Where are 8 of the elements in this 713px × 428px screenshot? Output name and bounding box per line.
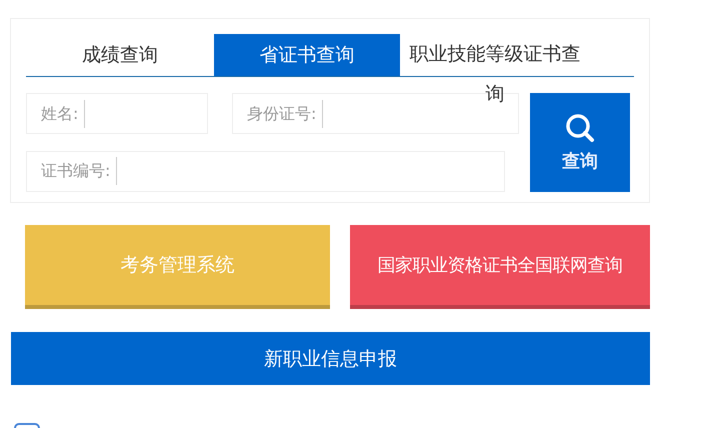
input-field[interactable]: 姓名: <box>26 93 208 134</box>
input-field[interactable]: 证书编号: <box>26 150 505 192</box>
link-button[interactable]: 国家职业资格证书全国联网查询 <box>350 225 650 309</box>
tab[interactable]: 省证书查询 <box>214 34 400 76</box>
tab[interactable]: 成绩查询 <box>26 34 214 76</box>
search-icon <box>565 112 595 142</box>
banner-button[interactable]: 新职业信息申报 <box>11 332 650 385</box>
search-button[interactable]: 查询 <box>530 93 630 192</box>
